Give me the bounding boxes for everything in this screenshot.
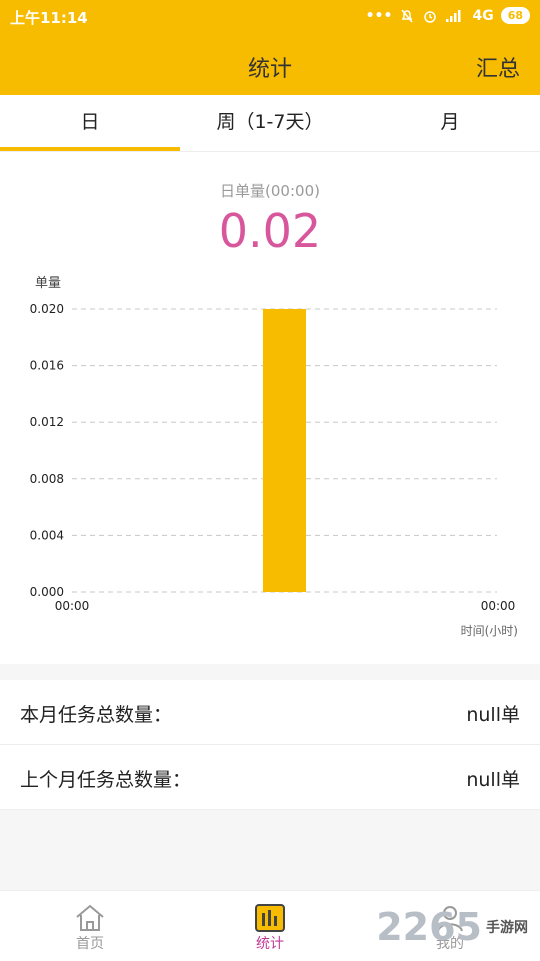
watermark: 2265 手游网 xyxy=(376,905,528,949)
watermark-text: 手游网 xyxy=(486,920,528,936)
list-item-label: 上个月任务总数量： xyxy=(20,769,192,791)
y-tick-label: 0.000 xyxy=(30,585,64,599)
mute-bell-icon xyxy=(401,9,414,22)
more-dots-icon: ••• xyxy=(365,7,393,24)
title-bar: 统计 汇总 xyxy=(0,34,540,95)
list-item: 上个月任务总数量： null单 xyxy=(0,745,540,810)
list-item-label: 本月任务总数量： xyxy=(20,704,173,726)
tab-week[interactable]: 周（1-7天） xyxy=(180,95,360,151)
summary-button[interactable]: 汇总 xyxy=(476,51,520,83)
list-item-value: null单 xyxy=(466,769,520,791)
bar-chart: 单量 0.000 0.004 0.008 0.012 0.016 0.020 00:00 00:… xyxy=(30,276,518,638)
x-axis-label: 时间(小时) xyxy=(461,624,518,638)
y-tick-label: 0.008 xyxy=(30,472,64,486)
x-tick-label: 00:00 xyxy=(55,599,90,613)
watermark-number: 2265 xyxy=(376,905,482,949)
y-tick-label: 0.012 xyxy=(30,415,64,429)
status-icons: ••• 4G 68 xyxy=(366,7,530,24)
nav-home-label: 首页 xyxy=(76,936,104,952)
list-item-value: null单 xyxy=(466,704,520,726)
list-item: 本月任务总数量： null单 xyxy=(0,680,540,745)
battery-indicator: 68 xyxy=(500,7,530,24)
home-icon xyxy=(76,904,104,931)
chart-card: 日单量(00:00) 0.02 单量 0.000 0.004 0.008 0.012 0.… xyxy=(0,152,540,664)
y-tick-label: 0.004 xyxy=(30,528,64,542)
summary-list: 本月任务总数量： null单 上个月任务总数量： null单 xyxy=(0,680,540,810)
tab-bar: 日 周（1-7天） 月 xyxy=(0,95,540,152)
tab-day[interactable]: 日 xyxy=(0,95,180,151)
tab-month[interactable]: 月 xyxy=(360,95,540,151)
network-type: 4G xyxy=(472,7,494,24)
alarm-icon xyxy=(424,10,437,23)
status-time: 上午11:14 xyxy=(10,9,88,27)
nav-home[interactable]: 首页 xyxy=(0,891,180,961)
chart-icon xyxy=(255,904,285,932)
page-title: 统计 xyxy=(247,57,292,82)
status-bar: 上午11:14 ••• 4G 68 xyxy=(0,0,540,34)
x-tick-label: 00:00 xyxy=(481,599,516,613)
y-tick-label: 0.016 xyxy=(30,359,64,373)
y-axis-label: 单量 xyxy=(35,276,61,291)
bar xyxy=(263,309,306,592)
nav-stats-label: 统计 xyxy=(256,936,284,952)
nav-stats[interactable]: 统计 xyxy=(180,891,360,961)
signal-icon xyxy=(446,9,461,22)
y-tick-label: 0.020 xyxy=(30,302,64,316)
